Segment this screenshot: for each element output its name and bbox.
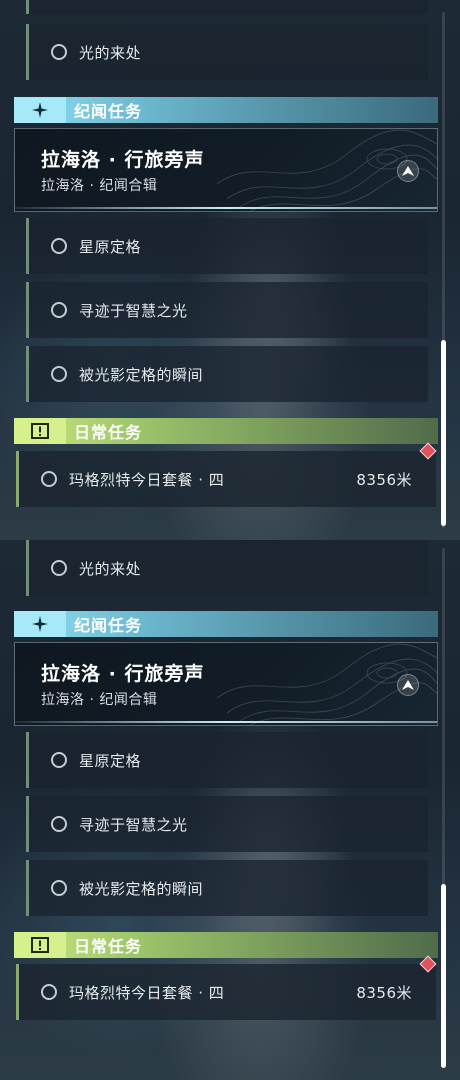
- scrollbar-thumb[interactable]: [441, 884, 446, 1068]
- daily-quest-row[interactable]: 玛格烈特今日套餐 · 四 8356米: [16, 442, 437, 507]
- ring-icon: [51, 44, 67, 60]
- ring-icon: [51, 238, 67, 254]
- quest-row-star-field[interactable]: 星原定格: [26, 732, 428, 788]
- daily-category-header[interactable]: 日常任务: [14, 418, 438, 444]
- quest-panel-2: 光的来处 纪闻任务 拉海洛 · 行旅旁声 拉海洛 · 纪闻合辑 星原定格 寻迹于…: [0, 540, 460, 1080]
- quest-distance: 8356米: [356, 470, 412, 489]
- ring-icon: [51, 816, 67, 832]
- quest-row-frozen-moment[interactable]: 被光影定格的瞬间: [26, 346, 428, 402]
- quest-label: 寻迹于智慧之光: [79, 301, 188, 320]
- quest-label: 星原定格: [79, 237, 142, 256]
- navigate-arrow-icon[interactable]: [397, 674, 419, 696]
- ring-icon: [51, 752, 67, 768]
- category-title: 纪闻任务: [74, 616, 143, 635]
- exclamation-box-icon: [14, 418, 66, 444]
- quest-label: 星原定格: [79, 751, 142, 770]
- quest-label: 玛格烈特今日套餐 · 四: [69, 470, 225, 489]
- quest-row-light-origin[interactable]: 光的来处: [26, 24, 428, 80]
- quest-label: 被光影定格的瞬间: [79, 879, 204, 898]
- sparkle-star-icon: [14, 97, 66, 123]
- featured-title: 拉海洛 · 行旅旁声: [41, 149, 205, 171]
- featured-subtitle: 拉海洛 · 纪闻合辑: [41, 692, 158, 708]
- quest-row-frozen-moment[interactable]: 被光影定格的瞬间: [26, 860, 428, 916]
- ring-icon: [51, 366, 67, 382]
- daily-quest-row[interactable]: 玛格烈特今日套餐 · 四 8356米: [16, 955, 437, 1020]
- featured-chronicle-card[interactable]: 拉海洛 · 行旅旁声 拉海洛 · 纪闻合辑: [14, 128, 438, 212]
- category-title: 日常任务: [74, 937, 143, 956]
- quest-label: 被光影定格的瞬间: [79, 365, 204, 384]
- daily-category-header[interactable]: 日常任务: [14, 932, 438, 958]
- featured-chronicle-card[interactable]: 拉海洛 · 行旅旁声 拉海洛 · 纪闻合辑: [14, 642, 438, 726]
- scrollbar-thumb[interactable]: [441, 340, 446, 526]
- quest-row-wisdom-light[interactable]: 寻迹于智慧之光: [26, 796, 428, 852]
- card-underline: [15, 207, 437, 209]
- quest-row-star-field[interactable]: 星原定格: [26, 218, 428, 274]
- quest-row-light-origin[interactable]: 光的来处: [26, 540, 428, 596]
- ring-icon: [41, 471, 57, 487]
- quest-label: 光的来处: [79, 559, 142, 578]
- partial-row-top: [26, 0, 428, 14]
- navigate-arrow-icon[interactable]: [397, 160, 419, 182]
- sparkle-star-icon: [14, 611, 66, 637]
- quest-label: 寻迹于智慧之光: [79, 815, 188, 834]
- chronicle-category-header[interactable]: 纪闻任务: [14, 97, 438, 123]
- quest-label: 光的来处: [79, 43, 142, 62]
- ring-icon: [51, 560, 67, 576]
- quest-row-wisdom-light[interactable]: 寻迹于智慧之光: [26, 282, 428, 338]
- quest-panel-1: 光的来处 纪闻任务 拉海洛 · 行旅旁声 拉海洛 · 纪闻合辑 星原定格 寻迹于…: [0, 0, 460, 540]
- featured-subtitle: 拉海洛 · 纪闻合辑: [41, 178, 158, 194]
- category-title: 日常任务: [74, 423, 143, 442]
- exclamation-box-icon: [14, 932, 66, 958]
- quest-distance: 8356米: [356, 983, 412, 1002]
- featured-title: 拉海洛 · 行旅旁声: [41, 663, 205, 685]
- chronicle-category-header[interactable]: 纪闻任务: [14, 611, 438, 637]
- quest-label: 玛格烈特今日套餐 · 四: [69, 983, 225, 1002]
- ring-icon: [51, 302, 67, 318]
- category-title: 纪闻任务: [74, 102, 143, 121]
- card-underline: [15, 721, 437, 723]
- ring-icon: [51, 880, 67, 896]
- ring-icon: [41, 984, 57, 1000]
